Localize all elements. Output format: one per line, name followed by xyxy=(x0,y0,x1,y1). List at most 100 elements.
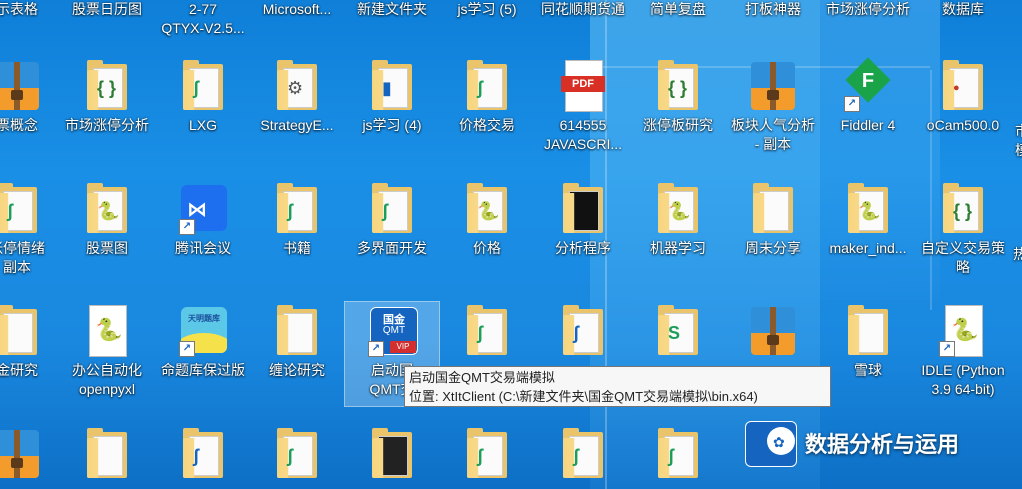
icon-label: 价格交易 xyxy=(459,117,515,133)
tooltip-title: 启动国金QMT交易端模拟 xyxy=(409,370,555,385)
shortcut-arrow-icon: ↗ xyxy=(939,341,955,357)
desktop-icon[interactable]: 雪球 xyxy=(821,305,915,380)
icon-label-top-8[interactable]: 打板神器 xyxy=(726,0,820,19)
desktop-icon[interactable]: S xyxy=(631,305,725,361)
shortcut-arrow-icon: ↗ xyxy=(844,96,860,112)
desktop-icon[interactable]: ʃ 多界面开发 xyxy=(345,183,439,258)
icon-label-top-2[interactable]: 2-77 QTYX-V2.5... xyxy=(156,0,250,38)
qmt-app-icon: 国金 QMT VIP ↗ xyxy=(368,305,418,357)
folder-icon: ▮ xyxy=(368,60,416,112)
desktop-icon[interactable]: ʃ xyxy=(156,428,250,480)
icon-label: IDLE (Python 3.9 64-bit) xyxy=(921,362,1005,397)
folder-icon xyxy=(844,305,892,357)
desktop-icon[interactable]: ʃ LXG xyxy=(156,60,250,135)
desktop-icon[interactable]: 票概念 xyxy=(0,60,64,135)
desktop-icon[interactable]: { } 市场涨停分析 xyxy=(60,60,154,135)
icon-label: 市 模 xyxy=(1012,122,1022,160)
desktop-icon[interactable]: 缠论研究 xyxy=(250,305,344,380)
icon-label-top-10[interactable]: 数据库 xyxy=(916,0,1010,19)
folder-icon: ʃ xyxy=(273,428,321,480)
icon-label: js学习 (4) xyxy=(362,117,422,133)
icon-label: 614555 JAVASCRI... xyxy=(543,117,623,152)
tooltip-location: 位置: XtItClient (C:\新建文件夹\国金QMT交易端模拟\bin.… xyxy=(409,389,758,404)
desktop-icon[interactable]: ⚙ StrategyE... xyxy=(250,60,344,135)
icon-label-top-9[interactable]: 市场涨停分析 xyxy=(821,0,915,19)
folder-icon: ʃ xyxy=(654,428,702,480)
icon-label: Fiddler 4 xyxy=(840,117,896,133)
tencent-meeting-icon: ⋈ ↗ xyxy=(179,183,227,235)
desktop-icon[interactable]: ⋈ ↗ 腾讯会议 xyxy=(156,183,250,258)
icon-label-top-7[interactable]: 简单复盘 xyxy=(631,0,725,19)
fiddler-icon: F ↗ xyxy=(844,57,892,112)
desktop-icon[interactable]: 板块人气分析 - 副本 xyxy=(726,60,820,154)
desktop-icon[interactable]: 🐍 机器学习 xyxy=(631,183,725,258)
icon-label: 张停情绪 副本 xyxy=(0,240,45,275)
pdf-file-icon: PDF xyxy=(559,60,607,112)
desktop-icon[interactable]: ʃ 书籍 xyxy=(250,183,344,258)
desktop-icon[interactable] xyxy=(345,428,439,480)
icon-label-top-6[interactable]: 同花顺期货通 xyxy=(536,0,630,19)
icon-label-top-3[interactable]: Microsoft... xyxy=(250,0,344,19)
icon-label: 办公自动化 openpyxl xyxy=(72,362,142,397)
desktop-icon[interactable]: 热 xyxy=(1010,183,1022,264)
tooltip: 启动国金QMT交易端模拟 位置: XtItClient (C:\新建文件夹\国金… xyxy=(404,366,831,407)
desktop-icon[interactable] xyxy=(60,428,154,480)
icon-label-top-5[interactable]: js学习 (5) xyxy=(440,0,534,19)
folder-icon: ʃ xyxy=(0,183,41,235)
folder-icon: ʃ xyxy=(179,428,227,480)
desktop-icon[interactable]: ▮ js学习 (4) xyxy=(345,60,439,135)
desktop-icon[interactable]: F ↗ Fiddler 4 xyxy=(821,57,915,135)
desktop-icon[interactable]: 周末分享 xyxy=(726,183,820,258)
folder-icon: { } xyxy=(939,183,987,235)
desktop-icon[interactable]: ʃ xyxy=(536,428,630,480)
watermark: ✿ 数据分析与运用 xyxy=(745,421,959,467)
icon-label: 命题库保过版 xyxy=(161,362,245,378)
folder-icon: ʃ xyxy=(463,428,511,480)
qmt-watermark-logo-icon: ✿ xyxy=(745,421,797,467)
desktop-icon[interactable]: { } 涨停板研究 xyxy=(631,60,725,135)
desktop-icon[interactable]: 🐍 股票图 xyxy=(60,183,154,258)
zip-archive-icon xyxy=(0,60,41,112)
desktop-icon[interactable]: ʃ 价格交易 xyxy=(440,60,534,135)
desktop-icon[interactable]: PDF 614555 JAVASCRI... xyxy=(536,60,630,154)
icon-label-top-1[interactable]: 股票日历图 xyxy=(60,0,154,19)
icon-label-top-0[interactable]: 示表格 xyxy=(0,0,64,19)
icon-label-top-4[interactable]: 新建文件夹 xyxy=(345,0,439,19)
desktop-icon[interactable]: 市 模 xyxy=(1012,60,1022,160)
desktop-icon[interactable]: ʃ xyxy=(440,305,534,361)
folder-icon: ʃ xyxy=(273,183,321,235)
zip-archive-icon xyxy=(0,428,41,480)
desktop-icon[interactable]: ʃ xyxy=(631,428,725,480)
desktop-icon[interactable]: 🐍 maker_ind... xyxy=(821,183,915,258)
desktop-icon[interactable]: 🐍 办公自动化 openpyxl xyxy=(60,305,154,399)
icon-label: 涨停板研究 xyxy=(643,117,713,133)
desktop-icon[interactable]: ● oCam500.0 xyxy=(916,60,1010,135)
icon-label: 市场涨停分析 xyxy=(65,117,149,133)
icon-label: 股票图 xyxy=(86,240,128,256)
folder-icon xyxy=(273,305,321,357)
desktop-icon[interactable]: 天明题库 ↗ 命题库保过版 xyxy=(156,305,250,380)
desktop-icon[interactable]: ʃ xyxy=(536,305,630,361)
folder-icon: 🐍 xyxy=(463,183,511,235)
desktop-icon[interactable]: 🐍 价格 xyxy=(440,183,534,258)
icon-label: 周末分享 xyxy=(745,240,801,256)
folder-icon xyxy=(559,183,607,235)
desktop-icon[interactable]: 金研究 xyxy=(0,305,64,380)
desktop-icon[interactable]: ʃ 张停情绪 副本 xyxy=(0,183,64,277)
folder-icon: 🐍 xyxy=(844,183,892,235)
folder-icon xyxy=(368,428,416,480)
desktop-icon[interactable] xyxy=(0,428,64,480)
desktop-icon[interactable] xyxy=(726,305,820,361)
folder-icon: { } xyxy=(83,60,131,112)
icon-label: 板块人气分析 - 副本 xyxy=(731,117,815,152)
folder-icon xyxy=(0,305,41,357)
folder-icon: ʃ xyxy=(463,305,511,357)
icon-label: LXG xyxy=(188,117,217,133)
icon-label: 机器学习 xyxy=(650,240,706,256)
icon-label: oCam500.0 xyxy=(926,117,1000,133)
desktop-icon[interactable]: { } 自定义交易策 略 xyxy=(916,183,1010,277)
desktop-icon[interactable]: ʃ xyxy=(250,428,344,480)
desktop-icon[interactable]: ʃ xyxy=(440,428,534,480)
desktop-icon[interactable]: 🐍 ↗ IDLE (Python 3.9 64-bit) xyxy=(916,305,1010,399)
desktop-icon[interactable]: 分析程序 xyxy=(536,183,630,258)
